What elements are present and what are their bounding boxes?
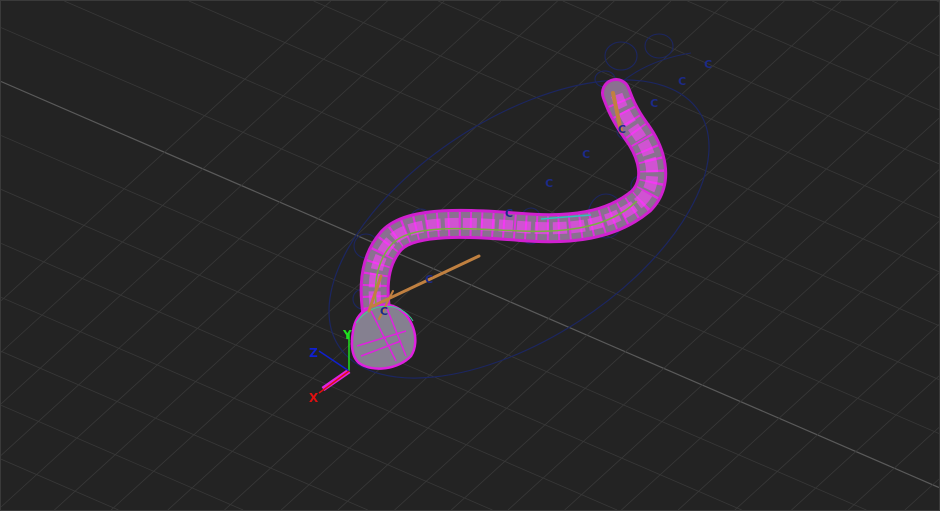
control-label[interactable]: C bbox=[380, 305, 388, 318]
3d-viewport[interactable]: C C C C C C C C C Y Z X bbox=[0, 0, 940, 511]
grid-line bbox=[1, 1, 558, 508]
y-axis-label: Y bbox=[342, 328, 352, 342]
control-label[interactable]: C bbox=[678, 75, 686, 88]
grid-line bbox=[394, 14, 939, 510]
grid-line bbox=[507, 117, 939, 510]
control-label[interactable]: C bbox=[505, 207, 513, 220]
grid-line bbox=[1, 404, 244, 510]
grid-line bbox=[687, 1, 939, 111]
grid-line bbox=[1, 296, 493, 510]
control-label[interactable]: C bbox=[650, 97, 658, 110]
grid-line bbox=[1, 350, 368, 510]
grid-line bbox=[1, 1, 332, 302]
snake-mesh[interactable] bbox=[321, 78, 668, 392]
grid-line bbox=[167, 1, 728, 510]
bones[interactable] bbox=[367, 91, 623, 320]
grid-line bbox=[847, 427, 939, 510]
grid-line bbox=[64, 1, 939, 380]
control-label[interactable]: C bbox=[545, 177, 553, 190]
grid-line bbox=[936, 1, 939, 3]
transform-gizmo[interactable]: Y Z X bbox=[309, 328, 352, 405]
control-label[interactable]: C bbox=[704, 58, 712, 71]
grid-line bbox=[438, 1, 939, 219]
control-label[interactable]: C bbox=[582, 148, 590, 161]
grid-line bbox=[1, 80, 939, 489]
viewport-canvas[interactable]: C C C C C C C C C Y Z X bbox=[1, 1, 939, 510]
grid-line bbox=[1, 135, 867, 510]
grid-line bbox=[1, 458, 119, 510]
grid-line bbox=[1, 242, 618, 510]
grid-line bbox=[188, 1, 939, 327]
grid-line bbox=[451, 66, 939, 510]
z-axis-label: Z bbox=[309, 346, 318, 360]
grid-line bbox=[224, 1, 785, 510]
grid-line bbox=[811, 1, 939, 57]
grid-line bbox=[904, 478, 939, 510]
grid-line bbox=[734, 324, 939, 510]
control-label[interactable]: C bbox=[425, 273, 433, 286]
control-label[interactable]: C bbox=[618, 123, 626, 136]
grid-line bbox=[791, 375, 939, 510]
x-axis-label: X bbox=[309, 391, 319, 405]
ground-grid bbox=[1, 1, 939, 510]
grid-line bbox=[54, 1, 615, 510]
